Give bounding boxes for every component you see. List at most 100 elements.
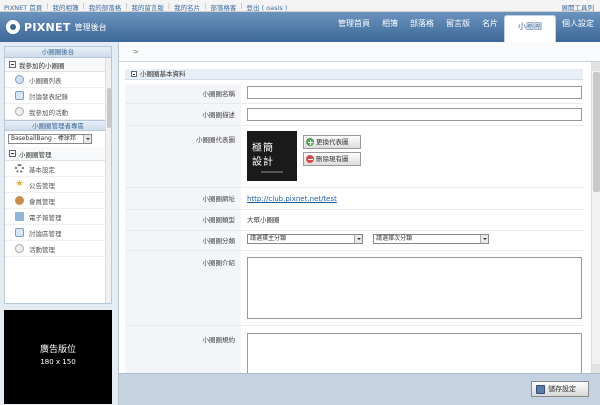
section-header[interactable]: 小圈圈基本資料 <box>125 69 583 80</box>
delete-image-label: 刪除現有圖 <box>316 155 349 163</box>
top-link-blog[interactable]: 我的部落格 <box>89 2 122 12</box>
scroll-up-icon[interactable] <box>592 62 600 71</box>
event-icon <box>15 107 24 116</box>
top-link-bar: PIXNET 首頁 | 我的相簿 | 我的部落格 | 我的留言版 | 我的名片 | 部落格… <box>0 0 600 12</box>
club-select-row: BaseballBang - 棒球邦 <box>5 131 111 147</box>
sub-category-select[interactable]: 請選擇次分類 <box>373 234 489 244</box>
sidebar-item-label: 基本設定 <box>29 165 55 174</box>
top-links: PIXNET 首頁 | 我的相簿 | 我的部落格 | 我的留言版 | 我的名片 | 部落格… <box>4 2 288 12</box>
row-club-category: 小圈圈分類 請選擇主分類 請選擇次分類 <box>125 231 583 251</box>
change-image-label: 更換代表圖 <box>316 138 349 146</box>
ad-title: 廣告版位 <box>39 345 76 355</box>
row-club-intro: 小圈圈介紹 <box>125 251 583 326</box>
row-club-url: 小圈圈網址 http://club.pixnet.net/test <box>125 188 583 210</box>
label-club-intro: 小圈圈介紹 <box>125 251 241 325</box>
label-club-url: 小圈圈網址 <box>125 188 241 209</box>
scroll-down-icon[interactable] <box>592 364 600 373</box>
club-desc-input[interactable] <box>247 108 582 121</box>
sidebar-item-basic-settings[interactable]: 基本設定 <box>5 161 111 177</box>
chat-icon <box>15 91 24 100</box>
newsletter-icon <box>15 212 24 221</box>
sidebar-panel-title: 小圈圈後台 <box>5 47 111 58</box>
tab-blog[interactable]: 部落格 <box>404 15 440 33</box>
forum-icon <box>15 228 24 237</box>
change-image-button[interactable]: 更換代表圖 <box>303 135 361 149</box>
label-club-rules: 小圈圈規約 <box>125 326 241 373</box>
label-club-type: 小圈圈類型 <box>125 210 241 230</box>
brand-name: PIXNET <box>24 20 71 34</box>
group-club-admin[interactable]: 小圈圈管理 <box>5 147 111 161</box>
club-select[interactable]: BaseballBang - 棒球邦 <box>8 134 92 144</box>
sidebar-item-forum[interactable]: 討論區管理 <box>5 225 111 241</box>
tab-dashboard[interactable]: 管理首頁 <box>332 15 376 33</box>
collapse-icon[interactable] <box>131 71 137 77</box>
breadcrumb: > <box>119 42 600 62</box>
sidebar-item-label: 電子報管理 <box>29 213 62 222</box>
row-club-rules: 小圈圈規約 <box>125 326 583 373</box>
main-category-select[interactable]: 請選擇主分類 <box>247 234 363 244</box>
save-icon <box>536 384 545 394</box>
collapse-icon[interactable] <box>9 61 16 68</box>
sidebar: 小圈圈後台 我參加的小圈圈 小圈圈列表 討論發表紀錄 我參加的活動 小圈圈管理者… <box>0 42 118 405</box>
top-link-bloggers[interactable]: 部落格客 <box>210 2 236 12</box>
sidebar-item-label: 我參加的活動 <box>29 108 68 117</box>
sidebar-item-label: 小圈圈列表 <box>29 76 62 85</box>
sidebar-item-label: 討論區管理 <box>29 229 62 238</box>
admin-panel-title: 小圈圈管理者專區 <box>5 120 111 131</box>
section-title: 小圈圈基本資料 <box>140 69 186 78</box>
sidebar-item-events[interactable]: 活動管理 <box>5 241 111 257</box>
delete-image-button[interactable]: 刪除現有圖 <box>303 152 361 166</box>
sidebar-item-newsletter[interactable]: 電子報管理 <box>5 209 111 225</box>
row-club-type: 小圈圈類型 大眾小圈圈 <box>125 210 583 231</box>
ad-placeholder: 廣告版位 180 x 150 <box>4 310 112 404</box>
sidebar-item-club-list[interactable]: 小圈圈列表 <box>5 72 111 88</box>
club-select-value: BaseballBang - 棒球邦 <box>11 135 76 142</box>
top-link-guestbook[interactable]: 我的留言版 <box>131 2 164 12</box>
club-intro-textarea[interactable] <box>247 257 582 319</box>
sidebar-scrollbar[interactable] <box>105 58 111 303</box>
avatar-text-1: 極簡 <box>252 143 274 154</box>
label-club-desc: 小圈圈描述 <box>125 104 241 125</box>
sidebar-item-post-history[interactable]: 討論發表紀錄 <box>5 88 111 104</box>
ad-size: 180 x 150 <box>40 358 76 366</box>
tab-settings[interactable]: 個人設定 <box>556 15 600 33</box>
tab-club[interactable]: 小圈圈 <box>504 15 556 42</box>
star-icon: ★ <box>15 179 24 189</box>
group-my-clubs-label: 我參加的小圈圈 <box>19 61 65 70</box>
club-url-link[interactable]: http://club.pixnet.net/test <box>247 195 337 203</box>
gear-icon <box>15 164 24 173</box>
sidebar-item-announcements[interactable]: ★ 公告管理 <box>5 177 111 193</box>
main-content: > 小圈圈基本資料 小圈圈名稱 小圈圈描述 小圈圈代表圖 極簡 設計 更換代表圖… <box>118 42 600 405</box>
scroll-thumb[interactable] <box>593 72 600 192</box>
tab-card[interactable]: 名片 <box>476 15 504 33</box>
tab-album[interactable]: 相簿 <box>376 15 404 33</box>
tab-guestbook[interactable]: 留言版 <box>440 15 476 33</box>
club-rules-textarea[interactable] <box>247 333 582 373</box>
collapse-icon[interactable] <box>9 150 16 157</box>
toolbar-toggle-link[interactable]: 展開工具列 <box>562 2 595 12</box>
save-label: 儲存設定 <box>548 385 576 393</box>
sidebar-item-my-events[interactable]: 我參加的活動 <box>5 104 111 120</box>
save-button[interactable]: 儲存設定 <box>531 381 589 397</box>
sub-category-value: 請選擇次分類 <box>376 235 413 242</box>
sidebar-item-label: 會員管理 <box>29 197 55 206</box>
top-link-logout[interactable]: 登出 ( oasis ) <box>247 2 288 12</box>
group-my-clubs[interactable]: 我參加的小圈圈 <box>5 58 111 72</box>
brand-subtitle: 管理後台 <box>74 22 107 32</box>
row-club-image: 小圈圈代表圖 極簡 設計 更換代表圖 刪除現有圖 <box>125 126 583 188</box>
label-club-category: 小圈圈分類 <box>125 231 241 250</box>
top-link-card[interactable]: 我的名片 <box>174 2 200 12</box>
club-name-input[interactable] <box>247 86 582 99</box>
logo[interactable]: PIXNET 管理後台 <box>6 20 107 34</box>
minus-icon <box>306 155 314 163</box>
pixnet-logo-icon <box>6 20 20 34</box>
top-link-home[interactable]: PIXNET 首頁 <box>4 2 42 12</box>
main-category-value: 請選擇主分類 <box>250 235 287 242</box>
content-scrollbar[interactable] <box>591 62 600 373</box>
form-footer: 儲存設定 <box>119 373 600 405</box>
sidebar-item-members[interactable]: 會員管理 <box>5 193 111 209</box>
sidebar-item-label: 討論發表紀錄 <box>29 92 68 101</box>
top-link-album[interactable]: 我的相簿 <box>53 2 79 12</box>
header: PIXNET 管理後台 管理首頁 相簿 部落格 留言版 名片 小圈圈 個人設定 <box>0 12 600 42</box>
sidebar-item-label: 活動管理 <box>29 245 55 254</box>
